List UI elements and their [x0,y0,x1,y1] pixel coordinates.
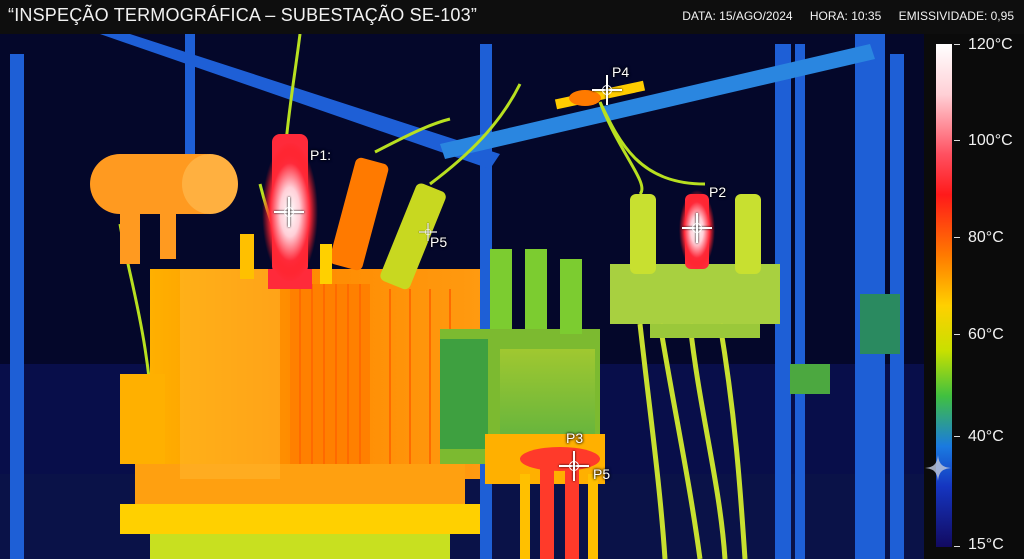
top-bar: “INSPEÇÃO TERMOGRÁFICA – SUBESTAÇÃO SE-1… [0,0,1024,34]
transformer-body [120,269,480,559]
scale-tick [954,436,960,437]
crosshair-p3[interactable] [559,451,589,481]
scale-tick [954,140,960,141]
emissivity-label: EMISSIVIDADE: 0,95 [898,9,1014,23]
date-label: DATA: 15/AGO/2024 [682,9,793,23]
point-label-p5-lower: P5 [593,466,611,482]
page-title: “INSPEÇÃO TERMOGRÁFICA – SUBESTAÇÃO SE-1… [8,5,478,25]
scale-label-40: 40°C [968,428,1004,445]
crosshair-p1[interactable] [274,197,304,227]
scale-label-15: 15°C [968,536,1004,553]
scale-label-120: 120°C [968,36,1013,53]
thermal-image: P1: P2 P3 P5 P4 P5 [0,34,924,559]
point-label-p5-upper: P5 [430,234,448,250]
point-label-p3: P3 [566,430,584,446]
time-label: HORA: 10:35 [809,9,882,23]
crosshair-p2[interactable] [682,213,712,243]
scale-label-60: 60°C [968,326,1004,343]
point-label-p1: P1: [310,147,332,163]
crosshair-icon [602,85,612,95]
sparkle-icon [925,455,951,481]
scale-label-100: 100°C [968,132,1013,149]
thermal-scene [0,34,924,559]
scale-tick [954,237,960,238]
point-label-p2: P2 [709,184,727,200]
scale-tick [954,44,960,45]
crosshair-icon [284,207,294,217]
scale-label-80: 80°C [968,229,1004,246]
junction-box [790,364,830,394]
point-label-p4: P4 [612,64,630,80]
meta-info: DATA: 15/AGO/2024 HORA: 10:35 EMISSIVIDA… [668,9,1014,23]
scale-tick [954,334,960,335]
crosshair-icon [569,461,579,471]
crosshair-icon [692,223,702,233]
scale-tick [954,546,960,547]
